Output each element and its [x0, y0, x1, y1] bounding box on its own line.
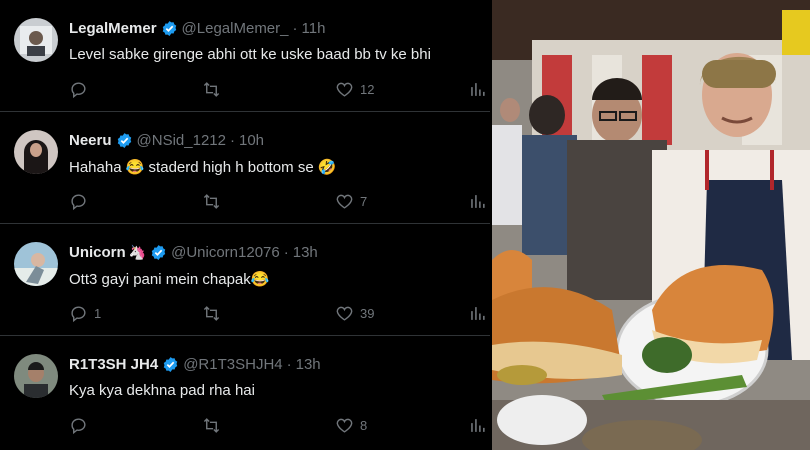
like-icon	[336, 418, 353, 433]
tweet-text: Kya kya dekhna pad rha hai	[69, 382, 255, 399]
reply-button[interactable]	[69, 80, 94, 99]
like-icon	[336, 194, 353, 209]
tweet-item[interactable]: Neeru @NSid_1212 · 10h Hahaha 😂 staderd …	[0, 112, 490, 224]
tweet-header: Unicorn 🦄 @Unicorn12076 · 13h	[69, 244, 318, 261]
tweet-item[interactable]: Unicorn 🦄 @Unicorn12076 · 13h Ott3 gayi …	[0, 224, 490, 336]
user-handle[interactable]: @LegalMemer_	[182, 20, 289, 37]
tweet-item[interactable]: R1T3SH JH4 @R1T3SHJH4 · 13h Kya kya dekh…	[0, 336, 490, 450]
like-button[interactable]: 7	[335, 192, 367, 211]
like-icon	[336, 82, 353, 97]
avatar[interactable]	[14, 354, 58, 398]
reply-icon	[71, 194, 86, 211]
like-button[interactable]: 8	[335, 416, 367, 435]
avatar[interactable]	[14, 242, 58, 286]
retweet-icon	[203, 194, 220, 209]
user-handle[interactable]: @NSid_1212	[137, 132, 226, 149]
tweet-item[interactable]: LegalMemer @LegalMemer_ · 11h Level sabk…	[0, 0, 490, 112]
tweet-header: Neeru @NSid_1212 · 10h	[69, 132, 264, 149]
reply-icon	[71, 82, 86, 99]
display-name[interactable]: LegalMemer	[69, 20, 157, 37]
retweet-button[interactable]	[202, 304, 221, 323]
tweet-actions: 1 39	[69, 304, 489, 326]
views-icon	[471, 195, 485, 208]
retweet-icon	[203, 82, 220, 97]
tweet-header: R1T3SH JH4 @R1T3SHJH4 · 13h	[69, 356, 321, 373]
timestamp[interactable]: 10h	[239, 132, 264, 149]
unicorn-emoji: 🦄	[128, 244, 147, 261]
avatar[interactable]	[14, 130, 58, 174]
like-button[interactable]: 12	[335, 80, 374, 99]
tweet-actions: 7	[69, 192, 489, 214]
like-count: 12	[360, 82, 375, 97]
views-icon	[471, 307, 485, 320]
retweet-button[interactable]	[202, 192, 221, 211]
tweet-text: Level sabke girenge abhi ott ke uske baa…	[69, 46, 431, 63]
verified-badge-icon	[117, 133, 131, 148]
retweet-icon	[203, 306, 220, 321]
display-name[interactable]: R1T3SH JH4	[69, 356, 158, 373]
timestamp[interactable]: 13h	[296, 356, 321, 373]
retweet-button[interactable]	[202, 80, 221, 99]
user-handle[interactable]: @R1T3SHJH4	[183, 356, 282, 373]
timestamp[interactable]: 13h	[293, 244, 318, 261]
like-icon	[336, 306, 353, 321]
views-icon	[471, 83, 485, 96]
reply-button[interactable]: 1	[69, 304, 101, 323]
display-name[interactable]: Unicorn	[69, 244, 126, 261]
like-count: 8	[360, 418, 368, 433]
display-name[interactable]: Neeru	[69, 132, 112, 149]
reply-count: 1	[94, 306, 102, 321]
tweet-text: Ott3 gayi pani mein chapak😂	[69, 271, 270, 288]
tweet-actions: 8	[69, 416, 489, 438]
views-button[interactable]	[468, 192, 487, 211]
reply-button[interactable]	[69, 192, 94, 211]
verified-badge-icon	[163, 357, 178, 372]
separator-dot: ·	[229, 132, 235, 149]
views-button[interactable]	[468, 80, 487, 99]
timestamp[interactable]: 11h	[302, 20, 326, 37]
reply-icon	[71, 306, 86, 323]
separator-dot: ·	[286, 356, 292, 373]
food-stall-photo	[492, 0, 810, 450]
tweet-header: LegalMemer @LegalMemer_ · 11h	[69, 20, 325, 37]
verified-badge-icon	[151, 245, 166, 260]
separator-dot: ·	[292, 20, 298, 37]
like-count: 7	[360, 194, 368, 209]
like-count: 39	[360, 306, 375, 321]
reply-icon	[71, 418, 86, 435]
retweet-icon	[203, 418, 220, 433]
like-button[interactable]: 39	[335, 304, 374, 323]
tweet-text: Hahaha 😂 staderd high h bottom se 🤣	[69, 159, 337, 176]
tweet-feed: LegalMemer @LegalMemer_ · 11h Level sabk…	[0, 0, 490, 450]
separator-dot: ·	[283, 244, 289, 261]
reply-button[interactable]	[69, 416, 94, 435]
avatar[interactable]	[14, 18, 58, 62]
views-icon	[471, 419, 485, 432]
tweet-actions: 12	[69, 80, 489, 102]
user-handle[interactable]: @Unicorn12076	[171, 244, 280, 261]
retweet-button[interactable]	[202, 416, 221, 435]
views-button[interactable]	[468, 304, 487, 323]
verified-badge-icon	[162, 21, 176, 36]
views-button[interactable]	[468, 416, 487, 435]
